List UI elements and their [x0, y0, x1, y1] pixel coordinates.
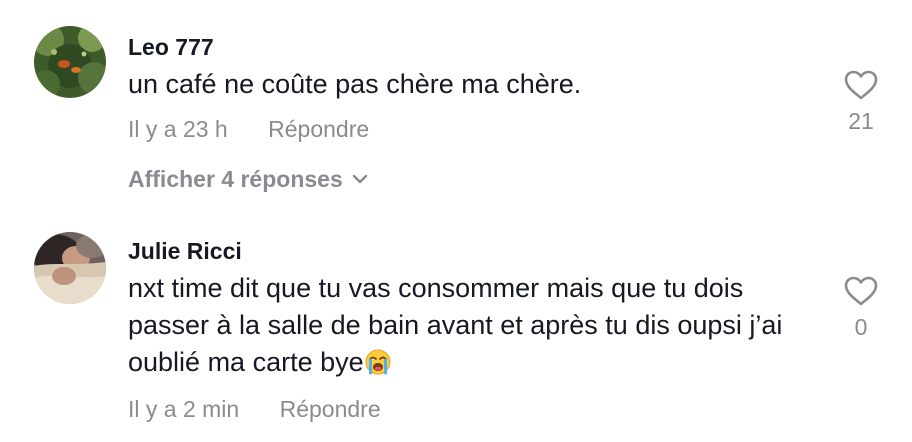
avatar[interactable]	[34, 26, 106, 98]
comment-meta: Il y a 23 h Répondre	[128, 116, 369, 143]
view-replies-label: Afficher 4 réponses	[128, 166, 343, 192]
heart-outline-icon[interactable]	[844, 276, 878, 306]
comment-text-body: nxt time dit que tu vas consommer mais q…	[128, 273, 783, 377]
comment-text: un café ne coûte pas chère ma chère.	[128, 69, 582, 99]
comment-item: Julie Ricci nxt time dit que tu vas cons…	[0, 210, 912, 442]
like-count: 21	[848, 108, 874, 134]
like-control: 21	[831, 70, 891, 135]
like-count: 0	[854, 314, 868, 340]
reply-button[interactable]: Répondre	[280, 396, 381, 422]
comment-timestamp: Il y a 2 min	[128, 396, 240, 422]
view-replies-button[interactable]: Afficher 4 réponses	[128, 166, 369, 193]
comment-item: Leo 777 un café ne coûte pas chère ma ch…	[0, 0, 912, 210]
comment-username[interactable]: Leo 777	[128, 34, 214, 61]
comment-meta: Il y a 2 min Répondre	[128, 396, 381, 423]
chevron-down-icon	[352, 175, 367, 184]
avatar[interactable]	[34, 232, 106, 304]
comment-timestamp: Il y a 23 h	[128, 116, 228, 142]
reply-button[interactable]: Répondre	[268, 116, 369, 142]
like-control: 0	[831, 276, 891, 341]
heart-outline-icon[interactable]	[844, 70, 878, 100]
comment-username[interactable]: Julie Ricci	[128, 238, 242, 265]
loudly-crying-face-emoji	[365, 348, 391, 385]
comment-text: nxt time dit que tu vas consommer mais q…	[128, 270, 808, 385]
